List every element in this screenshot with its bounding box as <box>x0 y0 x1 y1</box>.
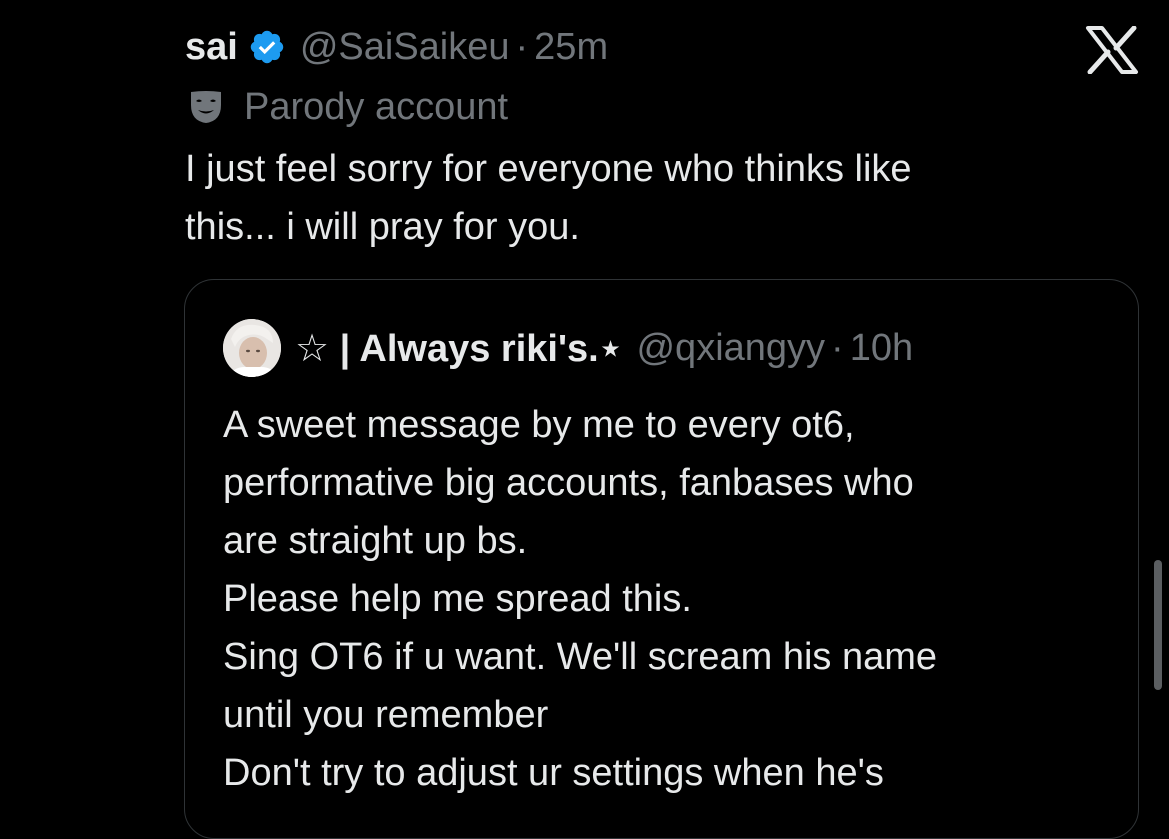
verified-badge-icon <box>248 28 286 66</box>
avatar[interactable] <box>223 319 281 377</box>
separator-dot: · <box>515 25 529 68</box>
parody-label: Parody account <box>244 85 509 128</box>
quoted-author-name[interactable]: ☆ | Always riki's.⋆ <box>295 326 622 371</box>
quoted-author-handle[interactable]: @qxiangyy <box>636 327 825 370</box>
separator-dot: · <box>831 326 844 369</box>
quoted-post-card[interactable]: ☆ | Always riki's.⋆ @qxiangyy · 10h A sw… <box>184 279 1139 839</box>
parody-account-row: Parody account <box>188 82 508 132</box>
quoted-post-time[interactable]: 10h <box>850 327 913 370</box>
author-handle[interactable]: @SaiSaikeu <box>300 26 510 69</box>
post-time[interactable]: 25m <box>534 26 608 69</box>
quoted-post-header: ☆ | Always riki's.⋆ @qxiangyy · 10h <box>223 318 913 378</box>
post: sai @SaiSaikeu · 25m Parody account I ju… <box>0 0 1169 839</box>
x-logo-icon[interactable] <box>1085 25 1139 75</box>
author-name[interactable]: sai <box>185 26 238 69</box>
quoted-post-text: A sweet message by me to every ot6, perf… <box>223 404 938 794</box>
post-header: sai @SaiSaikeu · 25m <box>185 22 608 72</box>
scrollbar-thumb[interactable] <box>1154 560 1162 690</box>
post-text: I just feel sorry for everyone who think… <box>185 148 912 248</box>
parody-mask-icon <box>188 89 224 125</box>
